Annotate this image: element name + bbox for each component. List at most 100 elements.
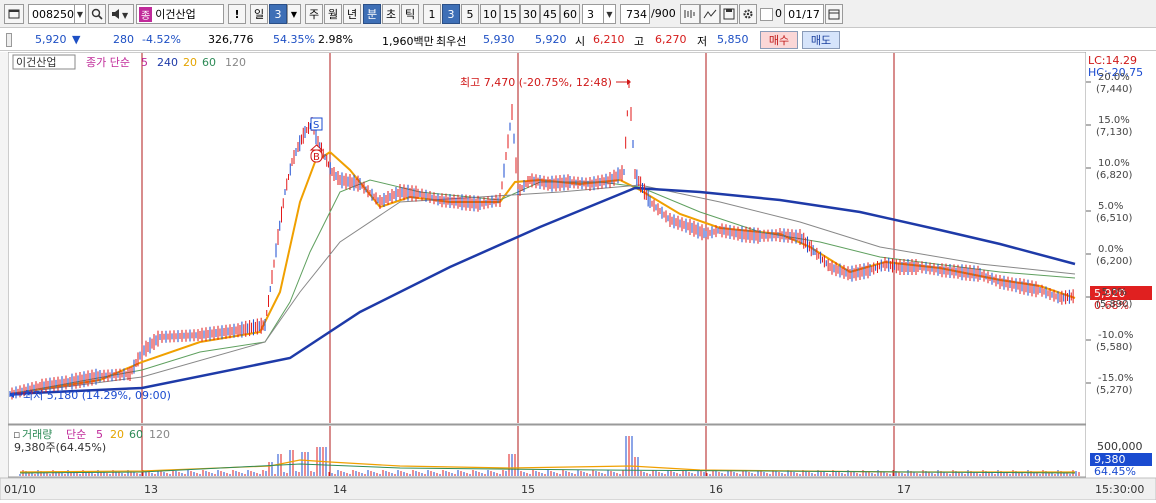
- volume-y-tick: 500,000: [1097, 440, 1143, 453]
- price-change: 280: [113, 33, 134, 46]
- volume-legend-ma20: 20: [110, 428, 124, 441]
- volume-legend-name: 거래량: [22, 428, 52, 441]
- high-annotation: 최고 7,470 (-20.75%, 12:48): [460, 76, 612, 89]
- period-tick-tab[interactable]: 틱: [401, 4, 419, 24]
- period-weekly-tab[interactable]: 주: [305, 4, 323, 24]
- period-daily-tab[interactable]: 일: [250, 4, 268, 24]
- stock-type-badge: 종: [139, 6, 153, 22]
- stock-name-value: 이건산업: [155, 8, 196, 21]
- sound-icon[interactable]: ▼: [108, 4, 134, 24]
- save-icon[interactable]: [720, 4, 738, 24]
- low-label: 저: [697, 35, 708, 48]
- x-axis-bar: [0, 477, 1156, 501]
- x-label-15: 15: [521, 483, 535, 496]
- y-tick-pct: -5.0%: [1098, 287, 1127, 298]
- volume-pct-tag: 64.45%: [1094, 465, 1136, 478]
- volume-current: 9,380주(64.45%): [14, 441, 106, 454]
- down-arrow-icon: ▼: [72, 33, 81, 46]
- stock-name-field[interactable]: 종 이건산업: [136, 4, 224, 24]
- interval-3[interactable]: 3: [442, 4, 460, 24]
- period-second-tab[interactable]: 초: [382, 4, 400, 24]
- y-tick-price: (5,270): [1096, 385, 1133, 396]
- date-value: 01/17: [788, 7, 820, 21]
- high-price: 6,270: [655, 33, 687, 46]
- volume-value: 326,776: [208, 33, 254, 46]
- buy-signal-label: B: [313, 152, 320, 163]
- y-tick-price: (5,580): [1096, 342, 1133, 353]
- low-price: 5,850: [717, 33, 749, 46]
- y-tick-price: (6,200): [1096, 256, 1133, 267]
- open-label: 시: [575, 35, 586, 48]
- count-total: /900: [651, 7, 676, 20]
- left-gutter: [0, 52, 8, 500]
- best-ask-label: 최우선: [436, 35, 467, 48]
- interval-45[interactable]: 45: [540, 4, 560, 24]
- period-daily-value[interactable]: 3: [269, 4, 287, 24]
- x-label-17: 17: [897, 483, 911, 496]
- interval-30[interactable]: 30: [520, 4, 540, 24]
- draw-line-icon[interactable]: [700, 4, 720, 24]
- low-annotation: 최저 5,180 (14.29%, 09:00): [23, 389, 171, 402]
- gear-icon[interactable]: [739, 4, 757, 24]
- y-tick-pct: -10.0%: [1098, 330, 1133, 341]
- interval-select[interactable]: 3 ▼: [582, 4, 616, 24]
- y-tick-pct: 20.0%: [1098, 72, 1130, 83]
- volume-legend-ma5: 5: [96, 428, 103, 441]
- calendar-icon[interactable]: [825, 4, 843, 24]
- y-tick-pct: 10.0%: [1098, 158, 1130, 169]
- search-icon[interactable]: [88, 4, 106, 24]
- best-ask: 5,930: [483, 33, 515, 46]
- price-change-pct: -4.52%: [142, 33, 181, 46]
- interval-1[interactable]: 1: [423, 4, 441, 24]
- interval-60[interactable]: 60: [560, 4, 580, 24]
- y-tick-price: (7,130): [1096, 127, 1133, 138]
- open-price: 6,210: [593, 33, 625, 46]
- chart-area[interactable]: 이건산업 종가 단순 5 240 20 60 120 LC:14.29 HC:-…: [0, 51, 1156, 501]
- count-input[interactable]: 734: [620, 4, 650, 24]
- volume-ratio: 54.35%: [273, 33, 315, 46]
- toolbar: 008250 ▼ ▼ 종 이건산업 ! 일 3 ▼ 주 월 년 분 초 틱 1 …: [0, 0, 1156, 28]
- period-dropdown-icon[interactable]: ▼: [287, 4, 301, 24]
- legend-indicator: 종가 단순: [86, 56, 130, 69]
- x-label-14: 14: [333, 483, 347, 496]
- volume-collapse-icon[interactable]: ▫: [13, 428, 20, 441]
- stock-code-input[interactable]: 008250 ▼: [28, 4, 86, 24]
- x-label-13: 13: [144, 483, 158, 496]
- quote-handle[interactable]: [6, 33, 12, 47]
- alert-button[interactable]: !: [228, 4, 246, 24]
- volume-legend-indicator: 단순: [66, 428, 86, 441]
- y-tick-price: (7,440): [1096, 84, 1133, 95]
- x-label-0110: 01/10: [4, 483, 36, 496]
- count-value: 734: [626, 7, 647, 21]
- y-tick-pct: 0.0%: [1098, 244, 1123, 255]
- svg-text:▼: ▼: [122, 11, 129, 20]
- date-input[interactable]: 01/17: [784, 4, 824, 24]
- interval-15[interactable]: 15: [500, 4, 520, 24]
- legend-ma5: 5: [141, 56, 148, 69]
- turnover-pct: 2.98%: [318, 33, 353, 46]
- legend-ma240: 240: [157, 56, 178, 69]
- period-yearly-tab[interactable]: 년: [343, 4, 361, 24]
- interval-5[interactable]: 5: [461, 4, 479, 24]
- y-tick-price: (6,510): [1096, 213, 1133, 224]
- y-tick-pct: 5.0%: [1098, 201, 1123, 212]
- period-monthly-tab[interactable]: 월: [324, 4, 342, 24]
- zero-label: 0: [775, 7, 782, 20]
- date-checkbox[interactable]: [760, 8, 773, 21]
- compress-icon[interactable]: [680, 4, 700, 24]
- trade-amount: 1,960백만: [382, 35, 434, 48]
- chevron-down-icon[interactable]: ▼: [603, 5, 615, 23]
- chevron-down-icon[interactable]: ▼: [74, 5, 85, 23]
- quote-bar: 5,920 ▼ 280 -4.52% 326,776 54.35% 2.98% …: [0, 29, 1156, 51]
- period-minute-tab[interactable]: 분: [363, 4, 381, 24]
- current-price: 5,920: [35, 33, 67, 46]
- window-icon[interactable]: [4, 4, 24, 24]
- stock-code-value: 008250: [32, 7, 74, 21]
- sell-button[interactable]: 매도: [802, 31, 840, 49]
- interval-10[interactable]: 10: [480, 4, 500, 24]
- best-bid: 5,920: [535, 33, 567, 46]
- buy-button[interactable]: 매수: [760, 31, 798, 49]
- price-chart-svg[interactable]: 이건산업 종가 단순 5 240 20 60 120 LC:14.29 HC:-…: [0, 51, 1156, 501]
- sell-signal-label: S: [313, 120, 319, 131]
- y-tick-price: (6,820): [1096, 170, 1133, 181]
